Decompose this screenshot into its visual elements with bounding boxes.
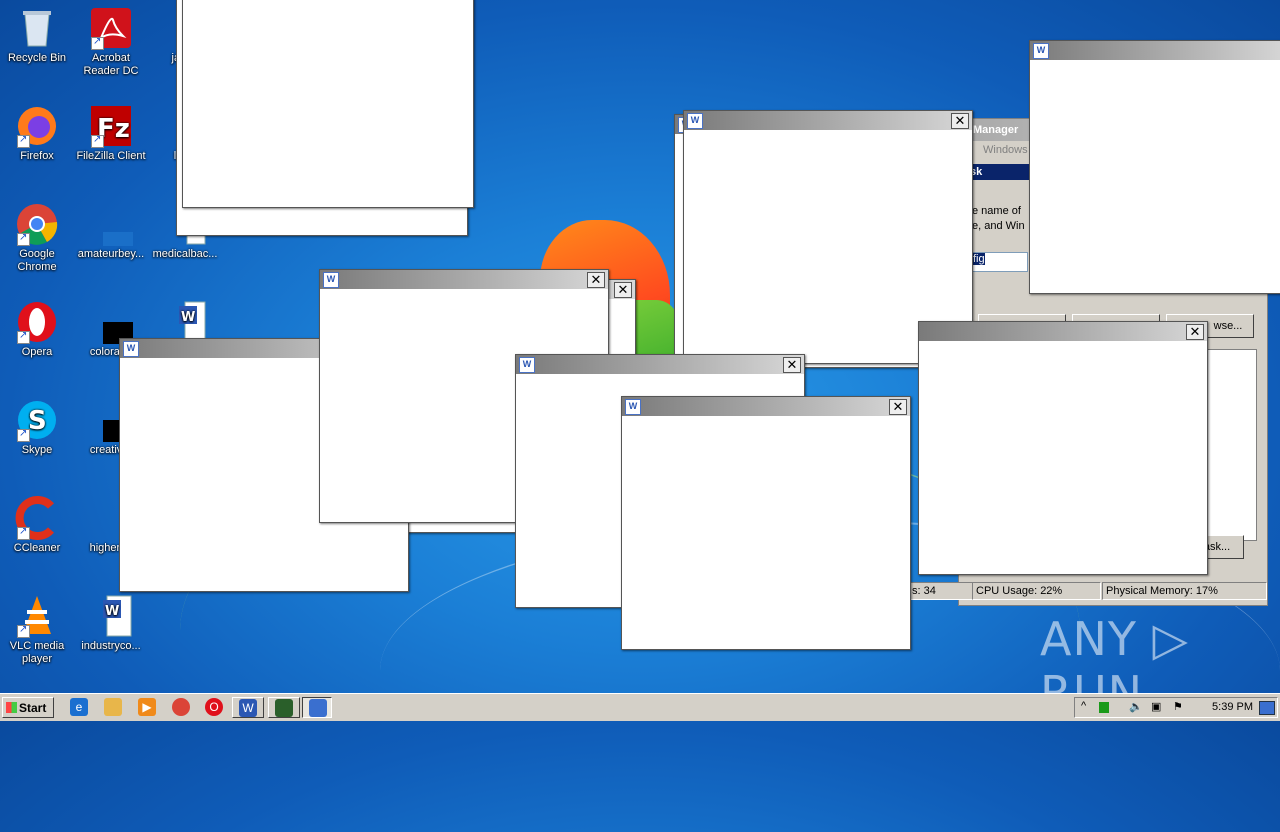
window-titlebar[interactable]: W ✕ bbox=[320, 270, 608, 289]
desktop-icon-ccleaner[interactable]: CCleaner bbox=[0, 496, 74, 555]
recycle-bin-icon bbox=[15, 6, 59, 50]
close-button[interactable]: ✕ bbox=[1186, 324, 1204, 340]
desktop-icon-label: Skype bbox=[21, 444, 53, 456]
taskbar-word-button[interactable]: W bbox=[232, 697, 264, 718]
close-button[interactable]: ✕ bbox=[951, 113, 969, 129]
close-button[interactable]: ✕ bbox=[614, 282, 632, 298]
desktop-icon-skype[interactable]: S Skype bbox=[0, 398, 74, 457]
blank-window[interactable]: ✕ bbox=[918, 321, 1208, 575]
taskbar: Start e ▶ O W ^ 🔈 ▣ ⚑ 5:39 PM bbox=[0, 693, 1280, 721]
opera-taskbar-icon[interactable]: O bbox=[205, 698, 223, 716]
desktop-icon-label: Opera bbox=[21, 346, 53, 358]
word-icon: W bbox=[519, 357, 535, 373]
svg-text:S: S bbox=[28, 406, 47, 436]
status-memory: Physical Memory: 17% bbox=[1102, 582, 1267, 600]
blank-window[interactable]: W ✕ bbox=[621, 396, 911, 650]
skype-icon: S bbox=[15, 398, 59, 442]
run-icon bbox=[309, 699, 327, 717]
task-manager-statusbar: s: 34 CPU Usage: 22% Physical Memory: 17… bbox=[908, 582, 1267, 600]
flag-icon[interactable]: ⚑ bbox=[1173, 700, 1183, 713]
svg-text:W: W bbox=[181, 310, 195, 325]
blank-window[interactable]: W bbox=[1029, 40, 1280, 294]
taskbar-taskmgr-button[interactable] bbox=[268, 697, 300, 718]
status-processes: s: 34 bbox=[908, 582, 973, 600]
window-titlebar[interactable]: W bbox=[1030, 41, 1280, 60]
create-task-input[interactable]: fig bbox=[970, 252, 1028, 272]
firefox-icon bbox=[15, 104, 59, 148]
close-button[interactable]: ✕ bbox=[783, 357, 801, 373]
network-icon[interactable] bbox=[1099, 702, 1109, 713]
speaker-icon[interactable]: 🔈 bbox=[1129, 700, 1143, 713]
task-list bbox=[1207, 349, 1257, 541]
window-titlebar[interactable]: W ✕ bbox=[622, 397, 910, 416]
desktop-icon-label: Google Chrome bbox=[17, 248, 57, 273]
desktop-icon-chrome[interactable]: Google Chrome bbox=[0, 202, 74, 274]
desktop-icon-label: medicalbac... bbox=[152, 248, 218, 260]
blank-window[interactable] bbox=[182, 0, 474, 208]
filezilla-icon: Fz bbox=[89, 104, 133, 148]
word-icon: W bbox=[687, 113, 703, 129]
desktop-icon-label: industryco... bbox=[81, 640, 141, 652]
chrome-icon bbox=[15, 202, 59, 246]
blank-file-icon bbox=[89, 202, 133, 246]
desktop-icon-label: CCleaner bbox=[13, 542, 61, 554]
ccleaner-icon bbox=[15, 496, 59, 540]
desktop-icon-filezilla[interactable]: Fz FileZilla Client bbox=[74, 104, 148, 163]
desktop-icon-label: Acrobat Reader DC bbox=[83, 52, 139, 77]
chrome-taskbar-icon[interactable] bbox=[172, 698, 190, 716]
chevron-up-icon[interactable]: ^ bbox=[1081, 700, 1086, 712]
ie-icon[interactable]: e bbox=[70, 698, 88, 716]
desktop-icon-label: amateurbey... bbox=[77, 248, 145, 260]
media-player-icon[interactable]: ▶ bbox=[138, 698, 156, 716]
desktop-icon-vlc[interactable]: VLC media player bbox=[0, 594, 74, 666]
desktop-icon-firefox[interactable]: Firefox bbox=[0, 104, 74, 163]
desktop-icon-recycle-bin[interactable]: Recycle Bin bbox=[0, 6, 74, 65]
clock[interactable]: 5:39 PM bbox=[1212, 698, 1253, 717]
word-icon: W bbox=[123, 341, 139, 357]
close-button[interactable]: ✕ bbox=[587, 272, 605, 288]
desktop-icon-label: VLC media player bbox=[9, 640, 65, 665]
desktop-icon-amateurbey[interactable]: amateurbey... bbox=[74, 202, 148, 261]
close-button[interactable]: ✕ bbox=[889, 399, 907, 415]
start-button[interactable]: Start bbox=[2, 697, 54, 718]
taskbar-run-button[interactable] bbox=[302, 697, 332, 718]
desktop-icon-label: FileZilla Client bbox=[76, 150, 146, 162]
word-doc-icon: W bbox=[89, 594, 133, 638]
svg-text:W: W bbox=[105, 604, 119, 619]
word-icon: W bbox=[323, 272, 339, 288]
create-task-text: e name of e, and Win bbox=[972, 205, 1025, 232]
system-tray: ^ 🔈 ▣ ⚑ 5:39 PM bbox=[1074, 697, 1278, 718]
desktop-icon-label: Recycle Bin bbox=[7, 52, 67, 64]
window-titlebar[interactable]: ✕ bbox=[919, 322, 1207, 341]
desktop-icon-label: Firefox bbox=[20, 150, 54, 162]
windows-logo-icon bbox=[6, 702, 17, 713]
window-titlebar[interactable]: W ✕ bbox=[516, 355, 804, 374]
explorer-icon[interactable] bbox=[104, 698, 122, 716]
desktop-icon-opera[interactable]: Opera bbox=[0, 300, 74, 359]
show-desktop-icon[interactable] bbox=[1259, 701, 1275, 715]
vlc-icon bbox=[15, 594, 59, 638]
word-icon: W bbox=[1033, 43, 1049, 59]
desktop-icon-industryco[interactable]: W industryco... bbox=[74, 594, 148, 653]
window-titlebar[interactable]: W ✕ bbox=[684, 111, 972, 130]
network-adapter-icon[interactable]: ▣ bbox=[1151, 700, 1161, 713]
word-icon: W bbox=[625, 399, 641, 415]
opera-icon bbox=[15, 300, 59, 344]
acrobat-icon bbox=[89, 6, 133, 50]
status-cpu: CPU Usage: 22% bbox=[972, 582, 1101, 600]
task-manager-icon bbox=[275, 699, 293, 717]
word-icon: W bbox=[239, 699, 257, 717]
desktop-icon-acrobat[interactable]: Acrobat Reader DC bbox=[74, 6, 148, 78]
